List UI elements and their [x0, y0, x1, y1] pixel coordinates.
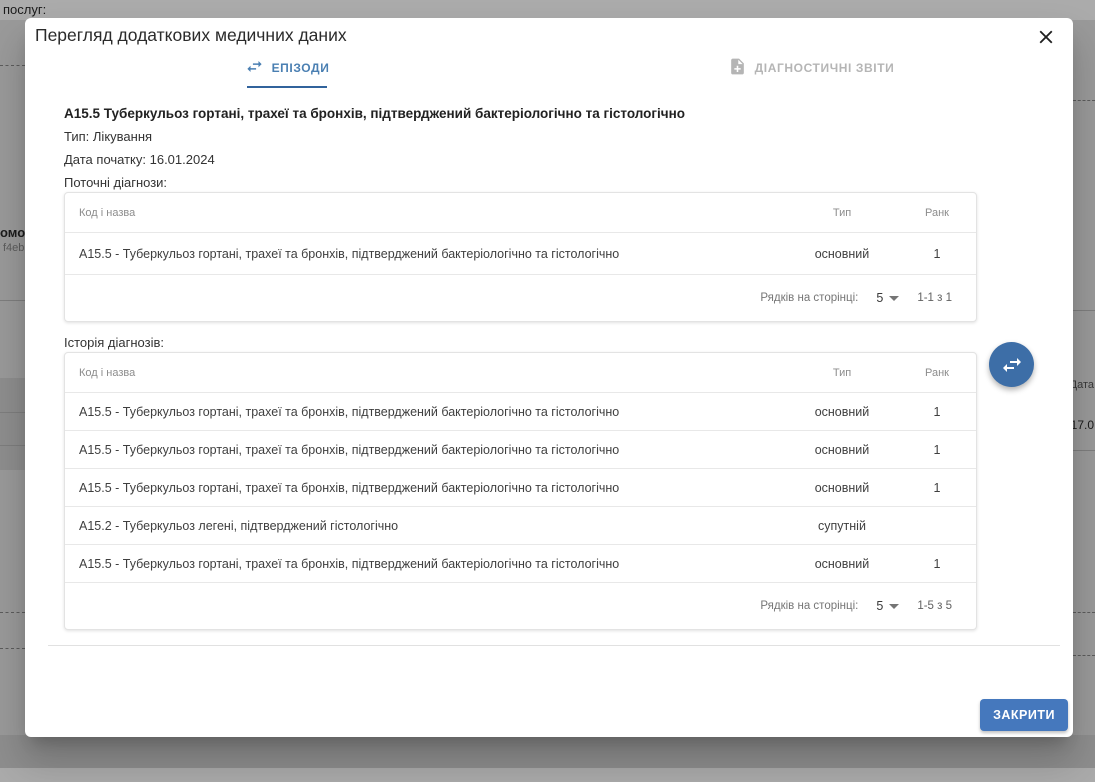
cell-code-name: A15.2 - Туберкульоз легені, підтверджени…: [65, 519, 786, 533]
rows-per-page-value: 5: [876, 599, 883, 613]
tab-diagnostic-reports[interactable]: ДІАГНОСТИЧНІ ЗВІТИ: [549, 48, 1073, 88]
pagination-row: Рядків на сторінці: 5 1-5 з 5: [65, 583, 976, 629]
swap-arrows-icon: [1000, 353, 1024, 377]
cell-type: основний: [786, 443, 898, 457]
rows-per-page-select[interactable]: 5: [876, 291, 899, 305]
dialog-tabs: ЕПІЗОДИ ДІАГНОСТИЧНІ ЗВІТИ: [25, 48, 1073, 88]
column-header-code: Код і назва: [65, 367, 786, 379]
cell-rank: 1: [898, 405, 976, 419]
column-header-rank: Ранк: [898, 367, 976, 379]
table-header-row: Код і назва Тип Ранк: [65, 353, 976, 393]
current-diagnoses-table: Код і назва Тип Ранк A15.5 - Туберкульоз…: [64, 192, 977, 322]
table-row: A15.5 - Туберкульоз гортані, трахеї та б…: [65, 545, 976, 583]
cell-type: основний: [786, 247, 898, 261]
cell-rank: 1: [898, 481, 976, 495]
additional-medical-data-dialog: Перегляд додаткових медичних даних ЕПІЗО…: [25, 18, 1073, 737]
table-row: A15.5 - Туберкульоз гортані, трахеї та б…: [65, 233, 976, 275]
close-button[interactable]: ЗАКРИТИ: [980, 699, 1068, 731]
rows-per-page-label: Рядків на сторінці:: [760, 292, 858, 304]
history-diagnoses-label: Історія діагнозів:: [64, 335, 977, 350]
pagination-range: 1-5 з 5: [917, 600, 952, 612]
cell-rank: 1: [898, 557, 976, 571]
current-diagnoses-label: Поточні діагнози:: [64, 175, 977, 190]
cell-code-name: A15.5 - Туберкульоз гортані, трахеї та б…: [65, 557, 786, 571]
chevron-down-icon: [889, 296, 899, 301]
tab-diagnostic-reports-label: ДІАГНОСТИЧНІ ЗВІТИ: [755, 61, 895, 75]
column-header-type: Тип: [786, 207, 898, 219]
cell-rank: 1: [898, 443, 976, 457]
tab-episodes[interactable]: ЕПІЗОДИ: [25, 48, 549, 88]
rows-per-page-value: 5: [876, 291, 883, 305]
cell-type: основний: [786, 481, 898, 495]
pagination-row: Рядків на сторінці: 5 1-1 з 1: [65, 275, 976, 321]
cell-rank: 1: [898, 247, 976, 261]
column-header-code: Код і назва: [65, 207, 786, 219]
episode-start-date: Дата початку: 16.01.2024: [64, 152, 977, 167]
history-diagnoses-table: Код і назва Тип Ранк A15.5 - Туберкульоз…: [64, 352, 977, 630]
cell-code-name: A15.5 - Туберкульоз гортані, трахеї та б…: [65, 481, 786, 495]
rows-per-page-select[interactable]: 5: [876, 599, 899, 613]
swap-arrows-icon: [245, 57, 264, 79]
note-add-icon: [728, 57, 747, 79]
footer-divider: [48, 645, 1060, 646]
table-row: A15.5 - Туберкульоз гортані, трахеї та б…: [65, 431, 976, 469]
cell-code-name: A15.5 - Туберкульоз гортані, трахеї та б…: [65, 247, 786, 261]
cell-type: супутній: [786, 519, 898, 533]
cell-code-name: A15.5 - Туберкульоз гортані, трахеї та б…: [65, 443, 786, 457]
tab-episodes-label: ЕПІЗОДИ: [272, 61, 330, 75]
cell-code-name: A15.5 - Туберкульоз гортані, трахеї та б…: [65, 405, 786, 419]
chevron-down-icon: [889, 604, 899, 609]
column-header-type: Тип: [786, 367, 898, 379]
pagination-range: 1-1 з 1: [917, 292, 952, 304]
cell-type: основний: [786, 557, 898, 571]
episode-title: A15.5 Туберкульоз гортані, трахеї та бро…: [64, 106, 977, 121]
table-header-row: Код і назва Тип Ранк: [65, 193, 976, 233]
table-row: A15.2 - Туберкульоз легені, підтверджени…: [65, 507, 976, 545]
episode-type: Тип: Лікування: [64, 129, 977, 144]
episode-section: A15.5 Туберкульоз гортані, трахеї та бро…: [64, 106, 977, 643]
swap-episode-fab[interactable]: [989, 342, 1034, 387]
table-row: A15.5 - Туберкульоз гортані, трахеї та б…: [65, 393, 976, 431]
table-row: A15.5 - Туберкульоз гортані, трахеї та б…: [65, 469, 976, 507]
rows-per-page-label: Рядків на сторінці:: [760, 600, 858, 612]
cell-type: основний: [786, 405, 898, 419]
close-icon[interactable]: [1035, 26, 1059, 50]
column-header-rank: Ранк: [898, 207, 976, 219]
dialog-title: Перегляд додаткових медичних даних: [35, 25, 347, 46]
